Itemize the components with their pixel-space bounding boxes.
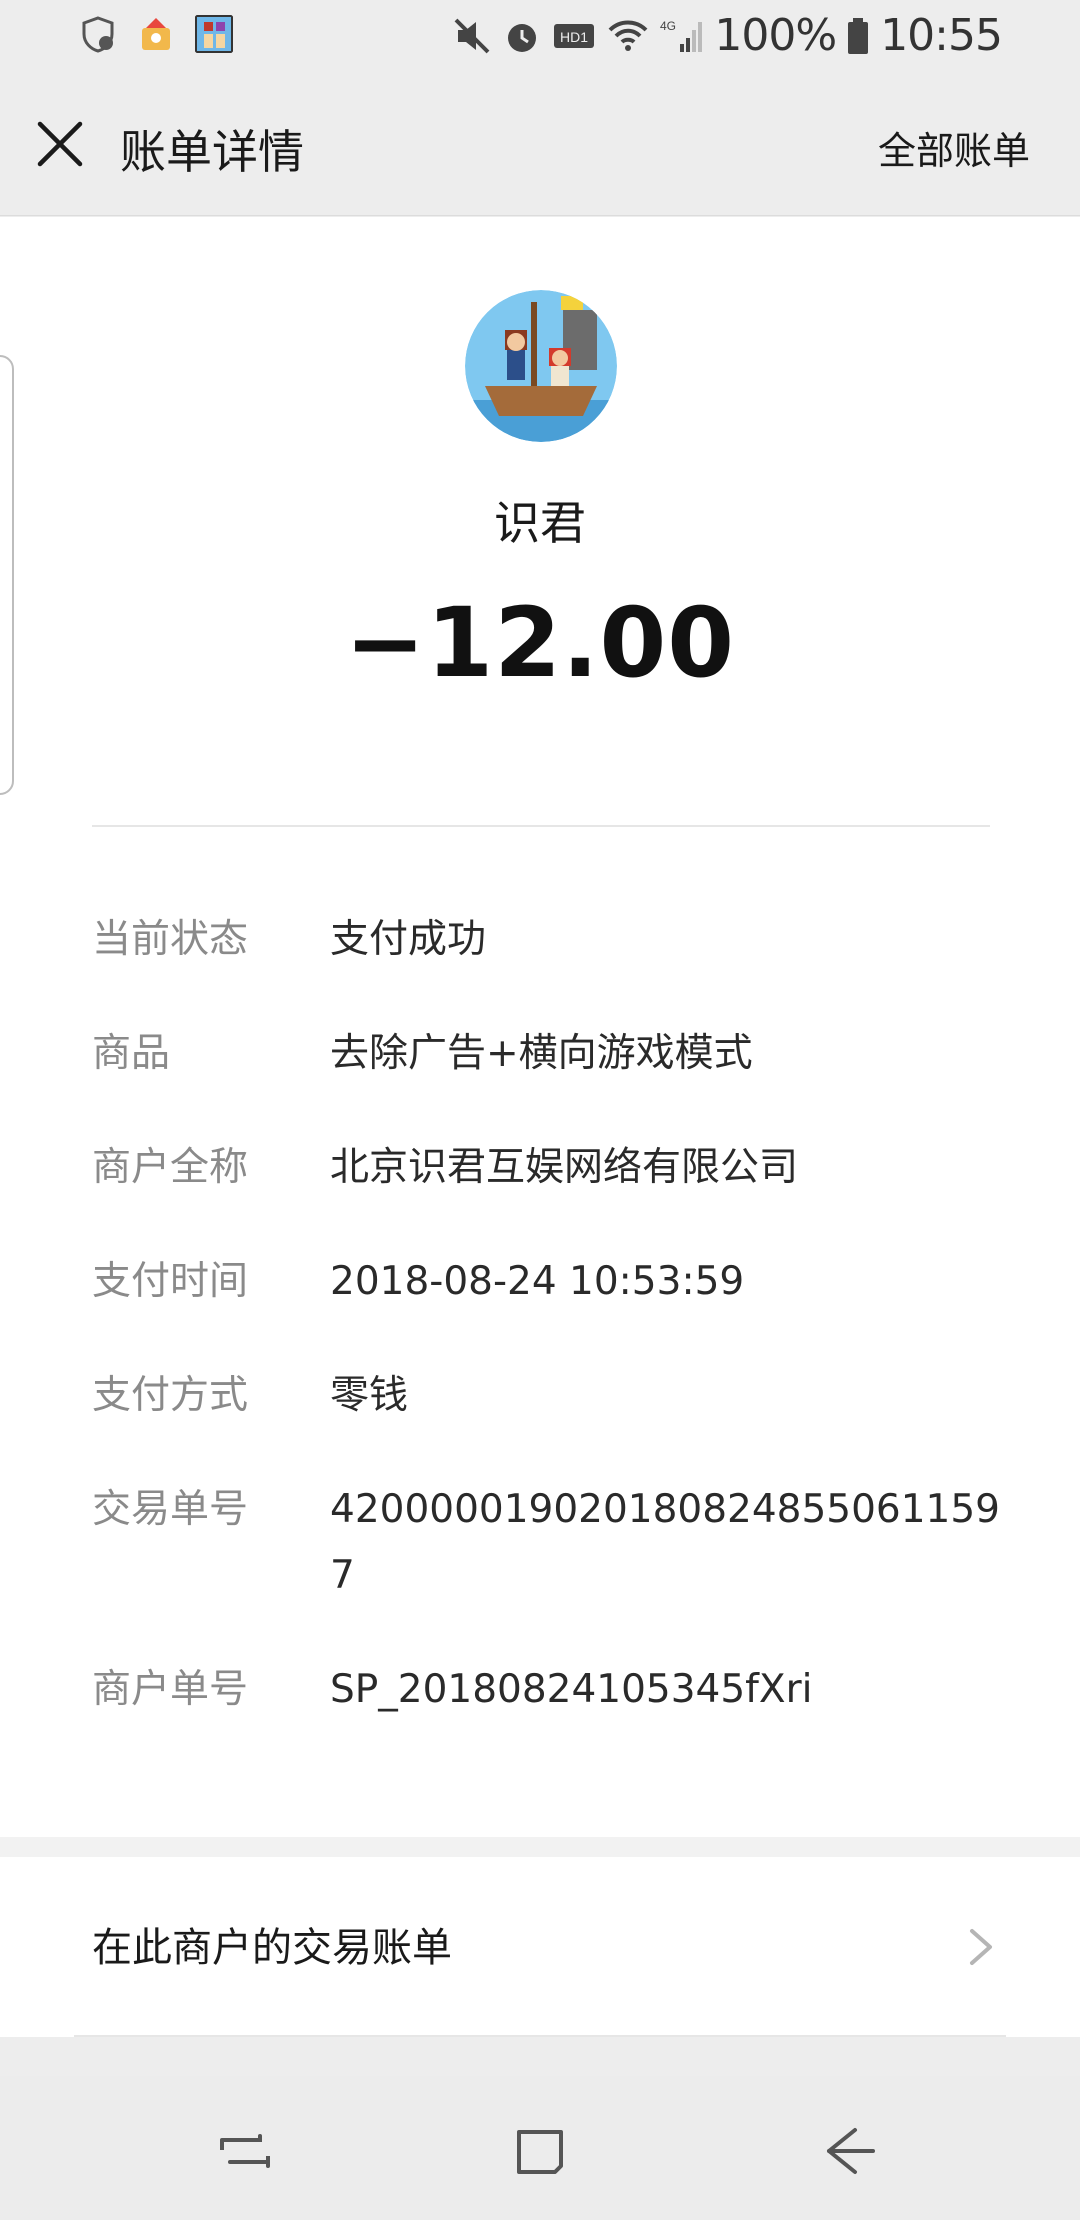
detail-row-merchant-order-id: 商户单号 SP_20180824105345fXri <box>92 1657 1012 1723</box>
detail-value: 2018-08-24 10:53:59 <box>330 1259 745 1304</box>
detail-value: 支付成功 <box>330 917 487 962</box>
detail-label: 商户单号 <box>92 1667 249 1712</box>
detail-label: 交易单号 <box>92 1487 249 1532</box>
alarm-icon <box>508 23 537 52</box>
home-icon[interactable] <box>505 2116 575 2186</box>
battery-percentage: 100% <box>714 10 837 61</box>
detail-row-payment-method: 支付方式 零钱 <box>92 1363 1012 1429</box>
notification-icons <box>78 14 234 54</box>
detail-label: 支付时间 <box>92 1259 249 1304</box>
bill-detail-card: 识君 −12.00 当前状态 支付成功 商品 去除广告+横向游戏模式 商户全称 … <box>0 217 1080 1837</box>
mute-icon <box>454 18 490 53</box>
transaction-amount: −12.00 <box>344 587 736 699</box>
svg-text:HD1: HD1 <box>560 29 588 45</box>
hd-icon: HD1 <box>554 23 595 48</box>
game-app-notification-icon <box>142 18 170 50</box>
merchant-bills-label: 在此商户的交易账单 <box>92 1925 452 1971</box>
all-bills-link[interactable]: 全部账单 <box>878 120 1030 175</box>
chevron-right-icon <box>970 1929 992 1965</box>
merchant-avatar <box>465 290 617 442</box>
system-navigation-bar <box>0 2076 1080 2220</box>
top-app-bar: 账单详情 全部账单 <box>0 72 1080 216</box>
detail-label: 商品 <box>92 1031 171 1076</box>
cellular-signal-icon: 4G <box>660 19 703 52</box>
page-title: 账单详情 <box>120 125 304 179</box>
transaction-details: 当前状态 支付成功 商品 去除广告+横向游戏模式 商户全称 北京识君互娱网络有限… <box>92 907 1012 1771</box>
detail-label: 当前状态 <box>92 917 249 962</box>
detail-row-payment-time: 支付时间 2018-08-24 10:53:59 <box>92 1249 1012 1315</box>
detail-value: 零钱 <box>330 1373 409 1418</box>
detail-value: 去除广告+横向游戏模式 <box>330 1031 753 1076</box>
detail-value: 4200000190201808248550611597 <box>330 1487 1000 1598</box>
detail-value: SP_20180824105345fXri <box>330 1667 813 1712</box>
detail-row-product: 商品 去除广告+横向游戏模式 <box>92 1021 1012 1087</box>
detail-row-status: 当前状态 支付成功 <box>92 907 1012 973</box>
close-icon[interactable] <box>30 114 90 174</box>
detail-label: 支付方式 <box>92 1373 249 1418</box>
recent-apps-icon[interactable] <box>210 2116 280 2186</box>
clock: 10:55 <box>880 10 1003 61</box>
pixel-game-notification-icon <box>195 15 233 53</box>
section-separator <box>0 1837 1080 1857</box>
edge-panel-handle[interactable] <box>0 355 14 795</box>
detail-value: 北京识君互娱网络有限公司 <box>330 1145 799 1190</box>
detail-row-merchant-fullname: 商户全称 北京识君互娱网络有限公司 <box>92 1135 1012 1201</box>
divider <box>92 825 990 827</box>
back-icon[interactable] <box>815 2116 885 2186</box>
system-status: HD1 4G 100% 10:55 <box>452 10 1003 61</box>
divider <box>74 2035 1006 2037</box>
detail-label: 商户全称 <box>92 1145 249 1190</box>
merchant-name: 识君 <box>494 496 586 550</box>
shield-notification-icon <box>82 16 114 53</box>
merchant-bills-link[interactable]: 在此商户的交易账单 <box>0 1857 1080 2037</box>
status-bar: HD1 4G 100% 10:55 <box>0 0 1080 72</box>
svg-text:4G: 4G <box>660 19 676 33</box>
wifi-icon <box>608 20 648 51</box>
detail-row-transaction-id: 交易单号 4200000190201808248550611597 <box>92 1477 1012 1609</box>
battery-icon <box>848 17 869 54</box>
